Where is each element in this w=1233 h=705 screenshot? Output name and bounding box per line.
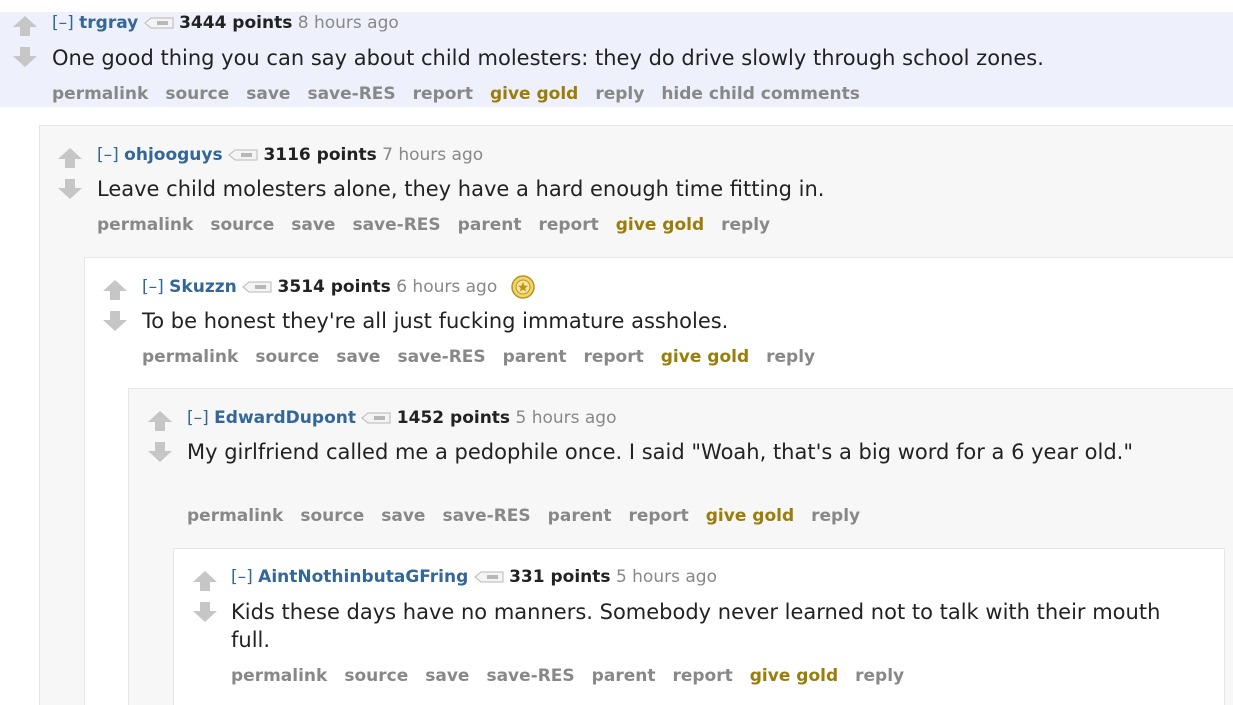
parent-button[interactable]: parent <box>548 506 612 526</box>
comment-tagline: [–] AintNothinbutaGFring 331 points 5 ho… <box>231 566 717 588</box>
give-gold-button[interactable]: give gold <box>616 215 704 235</box>
downvote-arrow-icon[interactable] <box>102 310 128 332</box>
upvote-arrow-icon[interactable] <box>192 570 218 592</box>
hide-child-comments-button[interactable]: hide child comments <box>661 84 860 104</box>
user-tag-icon[interactable] <box>242 281 272 293</box>
save-res-button[interactable]: save-RES <box>397 347 485 367</box>
permalink-button[interactable]: permalink <box>142 347 238 367</box>
upvote-arrow-icon[interactable] <box>57 147 83 169</box>
reply-button[interactable]: reply <box>855 666 904 686</box>
reply-button[interactable]: reply <box>811 506 860 526</box>
comment-author[interactable]: Skuzzn <box>169 277 237 297</box>
comment-body: Leave child molesters alone, they have a… <box>97 177 825 201</box>
user-tag-icon[interactable] <box>361 412 391 424</box>
comment-score: 3444 points <box>179 13 293 33</box>
parent-button[interactable]: parent <box>503 347 567 367</box>
comment-time: 8 hours ago <box>297 13 399 33</box>
comment-body: To be honest they're all just fucking im… <box>142 309 729 333</box>
report-button[interactable]: report <box>628 506 688 526</box>
save-res-button[interactable]: save-RES <box>307 84 395 104</box>
comment-score: 331 points <box>509 567 611 587</box>
downvote-arrow-icon[interactable] <box>147 441 173 463</box>
upvote-arrow-icon[interactable] <box>147 410 173 432</box>
save-button[interactable]: save <box>291 215 335 235</box>
downvote-arrow-icon[interactable] <box>12 46 38 68</box>
comment-body: One good thing you can say about child m… <box>52 46 1044 70</box>
upvote-arrow-icon[interactable] <box>12 15 38 37</box>
comment-tagline: [–] ohjooguys 3116 points 7 hours ago <box>97 144 483 166</box>
user-tag-icon[interactable] <box>228 149 258 161</box>
comment-buttons: permalink source save save-RES parent report g… <box>187 505 877 527</box>
comment-tagline: [–] trgray 3444 points 8 hours ago <box>52 12 399 34</box>
comment-author[interactable]: trgray <box>79 13 138 33</box>
comment-time: 5 hours ago <box>615 567 717 587</box>
comment-buttons: permalink source save save-RES parent report g… <box>231 665 921 687</box>
comment-author[interactable]: AintNothinbutaGFring <box>258 567 468 587</box>
save-button[interactable]: save <box>425 666 469 686</box>
comment-author[interactable]: EdwardDupont <box>214 408 356 428</box>
collapse-toggle[interactable]: [–] <box>231 567 253 587</box>
gold-star-icon <box>510 275 535 299</box>
save-button[interactable]: save <box>336 347 380 367</box>
comment-buttons: permalink source save save-RES parent report g… <box>142 346 832 368</box>
permalink-button[interactable]: permalink <box>187 506 283 526</box>
comment-time: 6 hours ago <box>396 277 498 297</box>
give-gold-button[interactable]: give gold <box>706 506 794 526</box>
report-button[interactable]: report <box>583 347 643 367</box>
report-button[interactable]: report <box>538 215 598 235</box>
comment-body: Kids these days have no manners. Somebod… <box>231 600 1161 652</box>
report-button[interactable]: report <box>413 84 473 104</box>
give-gold-button[interactable]: give gold <box>661 347 749 367</box>
give-gold-button[interactable]: give gold <box>750 666 838 686</box>
comment-buttons: permalink source save save-RES report give go… <box>52 83 877 105</box>
comment-score: 3514 points <box>277 277 391 297</box>
source-button[interactable]: source <box>300 506 364 526</box>
downvote-arrow-icon[interactable] <box>57 178 83 200</box>
user-tag-icon[interactable] <box>143 17 174 29</box>
collapse-toggle[interactable]: [–] <box>52 13 74 33</box>
permalink-button[interactable]: permalink <box>52 84 148 104</box>
reply-button[interactable]: reply <box>766 347 815 367</box>
user-tag-icon[interactable] <box>473 571 504 583</box>
source-button[interactable]: source <box>255 347 319 367</box>
save-res-button[interactable]: save-RES <box>486 666 574 686</box>
downvote-arrow-icon[interactable] <box>192 601 218 623</box>
comment-body: My girlfriend called me a pedophile once… <box>187 440 1133 464</box>
save-res-button[interactable]: save-RES <box>352 215 440 235</box>
comment-author[interactable]: ohjooguys <box>124 145 222 165</box>
reply-button[interactable]: reply <box>595 84 644 104</box>
give-gold-button[interactable]: give gold <box>490 84 578 104</box>
source-button[interactable]: source <box>344 666 408 686</box>
comment-score: 1452 points <box>396 408 511 428</box>
save-button[interactable]: save <box>381 506 425 526</box>
source-button[interactable]: source <box>165 84 229 104</box>
comment-tagline: [–] EdwardDupont 1452 points 5 hours ago <box>187 407 617 429</box>
permalink-button[interactable]: permalink <box>97 215 193 235</box>
permalink-button[interactable]: permalink <box>231 666 327 686</box>
comment-score: 3116 points <box>263 145 377 165</box>
comment-tagline: [–] Skuzzn 3514 points 6 hours ago <box>142 275 535 299</box>
report-button[interactable]: report <box>672 666 732 686</box>
source-button[interactable]: source <box>210 215 274 235</box>
reply-button[interactable]: reply <box>721 215 770 235</box>
collapse-toggle[interactable]: [–] <box>187 408 209 428</box>
upvote-arrow-icon[interactable] <box>102 279 128 301</box>
parent-button[interactable]: parent <box>592 666 656 686</box>
collapse-toggle[interactable]: [–] <box>142 277 164 297</box>
collapse-toggle[interactable]: [–] <box>97 145 119 165</box>
comment-buttons: permalink source save save-RES parent report g… <box>97 214 787 236</box>
comment-time: 5 hours ago <box>515 408 617 428</box>
save-button[interactable]: save <box>246 84 290 104</box>
save-res-button[interactable]: save-RES <box>442 506 530 526</box>
comment-time: 7 hours ago <box>382 145 484 165</box>
parent-button[interactable]: parent <box>458 215 522 235</box>
